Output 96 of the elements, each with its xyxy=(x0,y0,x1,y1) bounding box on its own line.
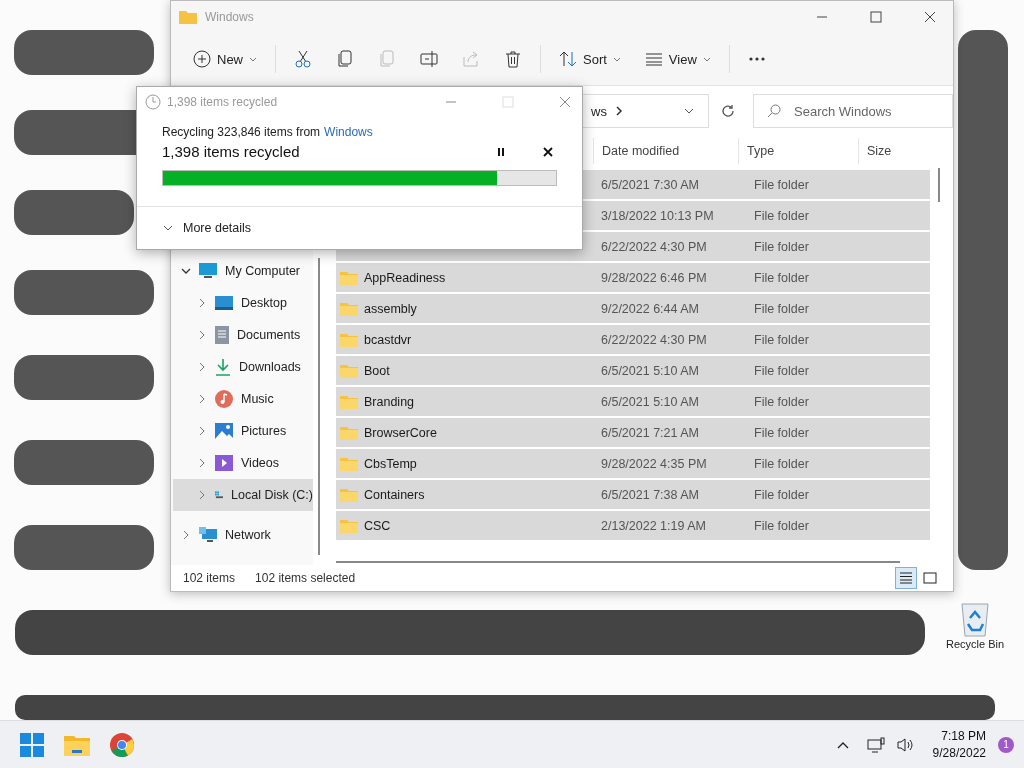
caret-icon xyxy=(612,56,621,62)
close-icon[interactable] xyxy=(924,11,936,23)
browser-icon[interactable] xyxy=(110,732,134,757)
more-details-button[interactable]: More details xyxy=(159,217,256,239)
sort-button[interactable]: Sort xyxy=(547,44,633,74)
chevron-icon xyxy=(614,106,623,116)
video-icon xyxy=(215,455,233,471)
column-header[interactable]: Date modified xyxy=(593,138,738,164)
folder-icon xyxy=(179,10,197,24)
caret-icon xyxy=(249,56,257,62)
network-icon[interactable] xyxy=(866,736,885,753)
folder-icon xyxy=(340,363,358,378)
cancel-icon[interactable] xyxy=(543,146,553,157)
caret-icon[interactable] xyxy=(684,108,694,114)
volume-icon[interactable] xyxy=(896,736,915,753)
search-icon xyxy=(767,104,781,118)
maximize-icon[interactable] xyxy=(870,11,882,23)
file-row[interactable]: Branding 6/5/2021 5:10 AM File folder xyxy=(336,387,930,416)
folder-icon xyxy=(340,270,358,285)
folder-icon[interactable] xyxy=(64,733,90,756)
clock-icon xyxy=(145,94,161,110)
file-row[interactable]: Containers 6/5/2021 7:38 AM File folder xyxy=(336,480,930,509)
recycle-source-text: Recycling 323,846 items from xyxy=(162,125,321,139)
nav-item[interactable]: Downloads xyxy=(173,351,313,383)
folder-icon xyxy=(340,394,358,409)
refresh-icon[interactable] xyxy=(721,104,735,118)
search-field[interactable]: Search Windows xyxy=(753,94,953,128)
folder-icon xyxy=(340,301,358,316)
file-row[interactable]: AppReadiness 9/28/2022 6:46 PM File folder xyxy=(336,263,930,292)
folder-icon xyxy=(340,518,358,533)
scissors-icon xyxy=(294,50,312,68)
plus-circle-icon xyxy=(193,50,211,68)
folder-icon xyxy=(340,425,358,440)
paste-icon xyxy=(378,50,396,68)
rename-icon xyxy=(420,50,438,68)
more-icon xyxy=(747,56,766,62)
sort-icon xyxy=(559,50,577,68)
nav-item[interactable]: Videos xyxy=(173,447,313,479)
list-icon xyxy=(899,572,913,584)
view-button[interactable]: View xyxy=(632,45,723,73)
picture-icon xyxy=(215,423,233,439)
chevron-right-icon[interactable] xyxy=(181,530,191,540)
chevron-down-icon[interactable] xyxy=(181,266,191,276)
pause-icon[interactable] xyxy=(497,146,505,157)
clock[interactable]: 7:18 PM 9/28/2022 xyxy=(932,727,986,762)
file-row[interactable]: CSC 2/13/2022 1:19 AM File folder xyxy=(336,511,930,540)
desktop-icon-label[interactable]: Recycle Bin xyxy=(945,638,1005,650)
chevron-right-icon[interactable] xyxy=(197,330,207,340)
folder-icon xyxy=(340,332,358,347)
nav-item[interactable]: My Computer xyxy=(173,255,313,287)
chevron-up-icon[interactable] xyxy=(836,740,849,749)
nav-item[interactable]: Network xyxy=(173,519,313,551)
nav-item[interactable]: Music xyxy=(173,383,313,415)
maximize-icon xyxy=(502,96,514,108)
chevron-right-icon[interactable] xyxy=(197,394,207,404)
notification-badge[interactable]: 1 xyxy=(998,736,1014,753)
monitor-icon xyxy=(199,263,217,279)
selection-count: 102 items selected xyxy=(255,571,356,585)
square-icon xyxy=(923,572,937,584)
dialog-title: 1,398 items recycled xyxy=(167,95,278,109)
folder-icon xyxy=(340,456,358,471)
chevron-right-icon[interactable] xyxy=(197,426,207,436)
nav-item[interactable]: Desktop xyxy=(173,287,313,319)
column-header[interactable]: Size xyxy=(858,138,930,164)
chevron-right-icon[interactable] xyxy=(197,458,207,468)
progress-status: 1,398 items recycled xyxy=(162,143,300,160)
nav-item[interactable]: Documents xyxy=(173,319,313,351)
folder-icon xyxy=(340,487,358,502)
chevron-right-icon[interactable] xyxy=(197,298,207,308)
music-icon xyxy=(215,390,233,408)
file-row[interactable]: BrowserCore 6/5/2021 7:21 AM File folder xyxy=(336,418,930,447)
column-header[interactable]: Type xyxy=(738,138,858,164)
window-title: Windows xyxy=(205,10,254,24)
share-icon xyxy=(462,50,480,68)
chevron-right-icon[interactable] xyxy=(197,490,207,500)
nav-item[interactable]: Local Disk (C:) xyxy=(173,479,313,511)
file-row[interactable]: CbsTemp 9/28/2022 4:35 PM File folder xyxy=(336,449,930,478)
source-folder-link[interactable]: Windows xyxy=(324,125,373,139)
new-button[interactable]: New xyxy=(181,44,269,74)
trash-icon xyxy=(504,50,522,68)
network-icon xyxy=(199,527,217,543)
download-icon xyxy=(215,358,231,376)
file-row[interactable]: bcastdvr 6/22/2022 4:30 PM File folder xyxy=(336,325,930,354)
desktop-icon xyxy=(215,296,233,310)
nav-item[interactable]: Pictures xyxy=(173,415,313,447)
start-icon[interactable] xyxy=(20,732,44,757)
chevron-right-icon[interactable] xyxy=(197,362,207,372)
item-count: 102 items xyxy=(183,571,236,585)
chevron-down-icon xyxy=(163,223,173,233)
caret-icon xyxy=(702,56,711,62)
details-view-button[interactable] xyxy=(895,567,917,589)
document-icon xyxy=(215,326,229,344)
file-row[interactable]: assembly 9/2/2022 6:44 AM File folder xyxy=(336,294,930,323)
view-lines-icon xyxy=(644,52,663,66)
file-row[interactable]: Boot 6/5/2021 5:10 AM File folder xyxy=(336,356,930,385)
copy-icon xyxy=(336,50,354,68)
